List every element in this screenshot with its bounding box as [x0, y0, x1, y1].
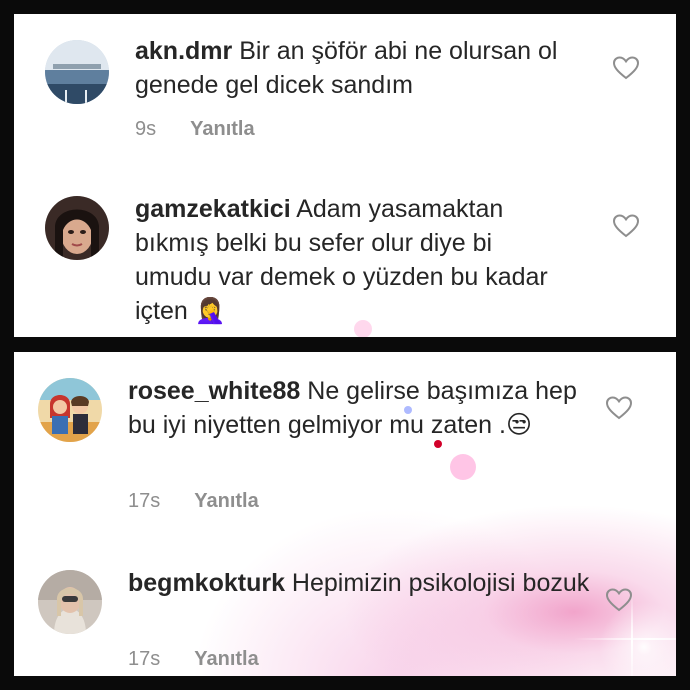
- reply-button[interactable]: Yanıtla: [190, 118, 254, 140]
- heart-outline-icon[interactable]: [606, 396, 632, 420]
- avatar[interactable]: [38, 570, 102, 634]
- comment-panel-bottom: rosee_white88 Ne gelirse başımıza hep bu…: [14, 352, 676, 676]
- heart-outline-icon[interactable]: [613, 56, 639, 80]
- sparkle: [574, 638, 676, 640]
- comment-time: 9s: [135, 118, 157, 140]
- avatar[interactable]: [45, 40, 109, 104]
- comment-meta: 9s Yanıtla: [135, 118, 255, 141]
- comment-text: begmkokturk Hepimizin psikolojisi bozuk: [128, 566, 598, 600]
- comment-text: gamzekatkici Adam yasamaktan bıkmış belk…: [135, 192, 575, 328]
- comment-username[interactable]: begmkokturk: [128, 569, 285, 597]
- comment-panel-top: akn.dmr Bir an şöför abi ne olursan ol g…: [14, 14, 676, 337]
- comment-time: 17s: [128, 648, 161, 670]
- comment-text: rosee_white88 Ne gelirse başımıza hep bu…: [128, 374, 598, 442]
- comment-username[interactable]: rosee_white88: [128, 377, 300, 405]
- comment-meta: 17s Yanıtla: [128, 490, 259, 513]
- comment-meta: 17s Yanıtla: [128, 648, 259, 671]
- reply-button[interactable]: Yanıtla: [194, 490, 258, 512]
- comment-body: Hepimizin psikolojisi bozuk: [284, 569, 590, 597]
- comment-text: akn.dmr Bir an şöför abi ne olursan ol g…: [135, 34, 595, 102]
- comment-username[interactable]: akn.dmr: [135, 37, 232, 65]
- comment-username[interactable]: gamzekatkici: [135, 195, 291, 223]
- heart-outline-icon[interactable]: [606, 588, 632, 612]
- avatar[interactable]: [45, 196, 109, 260]
- comment-time: 17s: [128, 490, 161, 512]
- heart-outline-icon[interactable]: [613, 214, 639, 238]
- light-flare: [450, 454, 476, 480]
- avatar[interactable]: [38, 378, 102, 442]
- reply-button[interactable]: Yanıtla: [194, 648, 258, 670]
